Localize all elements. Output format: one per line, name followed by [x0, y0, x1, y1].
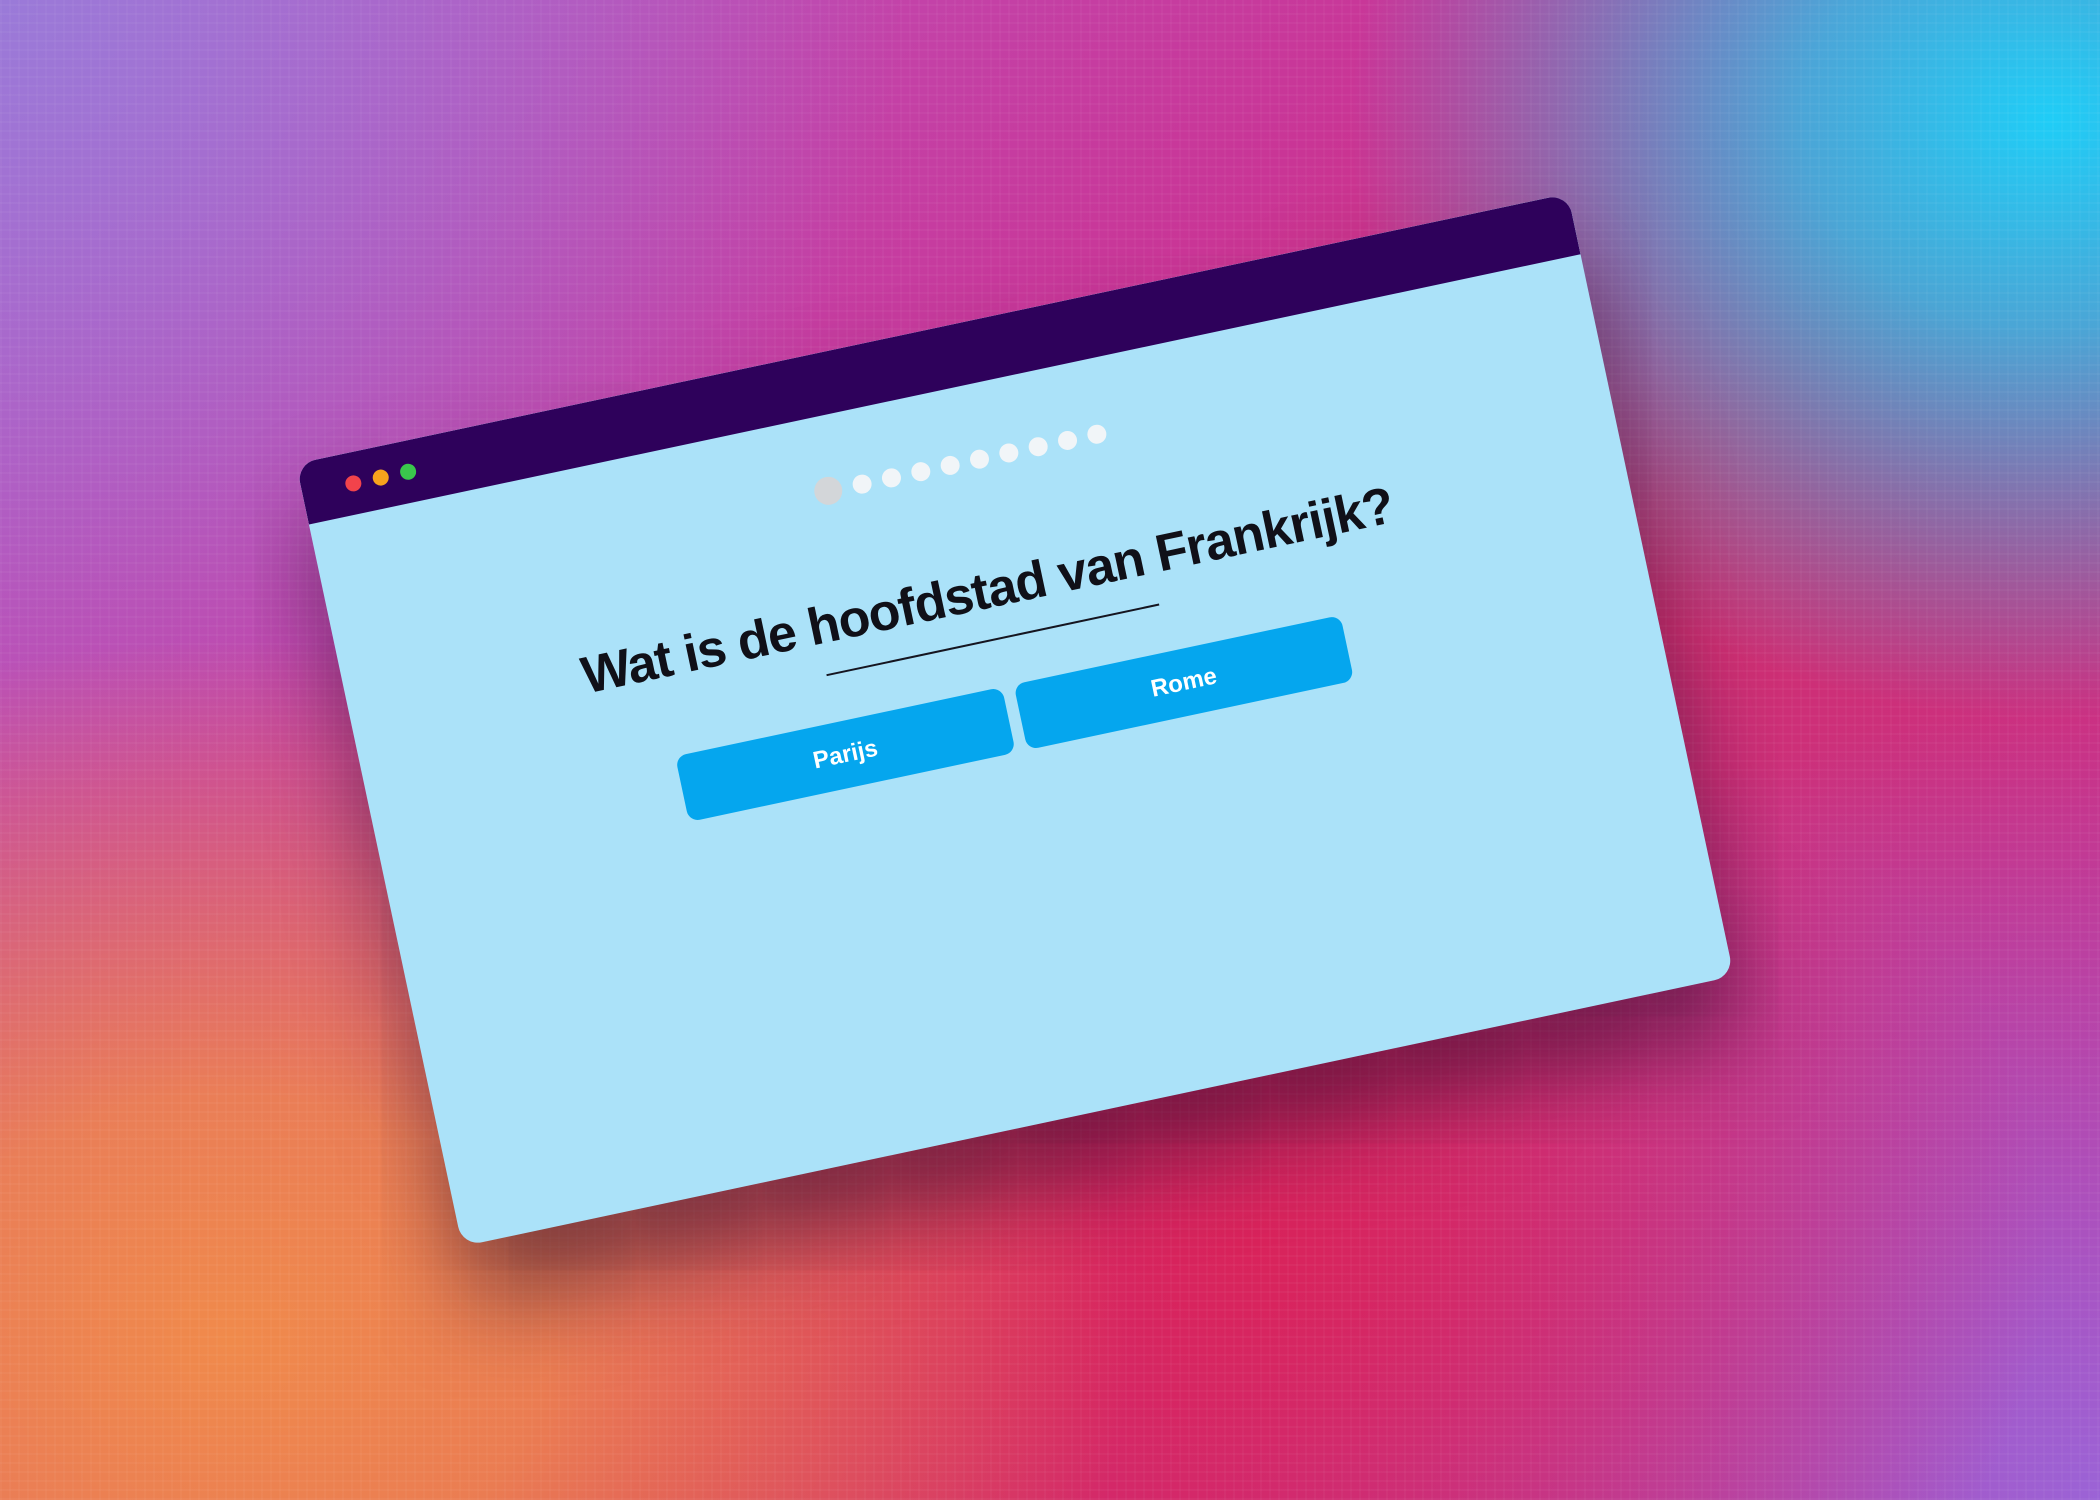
answer-button-parijs[interactable]: Parijs: [675, 687, 1016, 822]
progress-dot: [968, 447, 991, 470]
progress-dot: [850, 472, 874, 495]
progress-dot: [938, 453, 962, 477]
minimize-window-button[interactable]: [371, 468, 391, 488]
close-window-button[interactable]: [343, 473, 363, 493]
progress-dot: [1026, 434, 1050, 458]
progress-dot: [1056, 428, 1079, 452]
progress-dot: [997, 441, 1021, 464]
maximize-window-button[interactable]: [398, 462, 418, 482]
progress-dot-current: [811, 474, 845, 508]
progress-dot: [909, 459, 932, 483]
answer-button-rome[interactable]: Rome: [1013, 615, 1355, 751]
progress-dot: [880, 466, 903, 489]
app-window: Wat is de hoofdstad van Frankrijk? Parij…: [296, 193, 1734, 1247]
progress-dot: [1085, 422, 1109, 446]
